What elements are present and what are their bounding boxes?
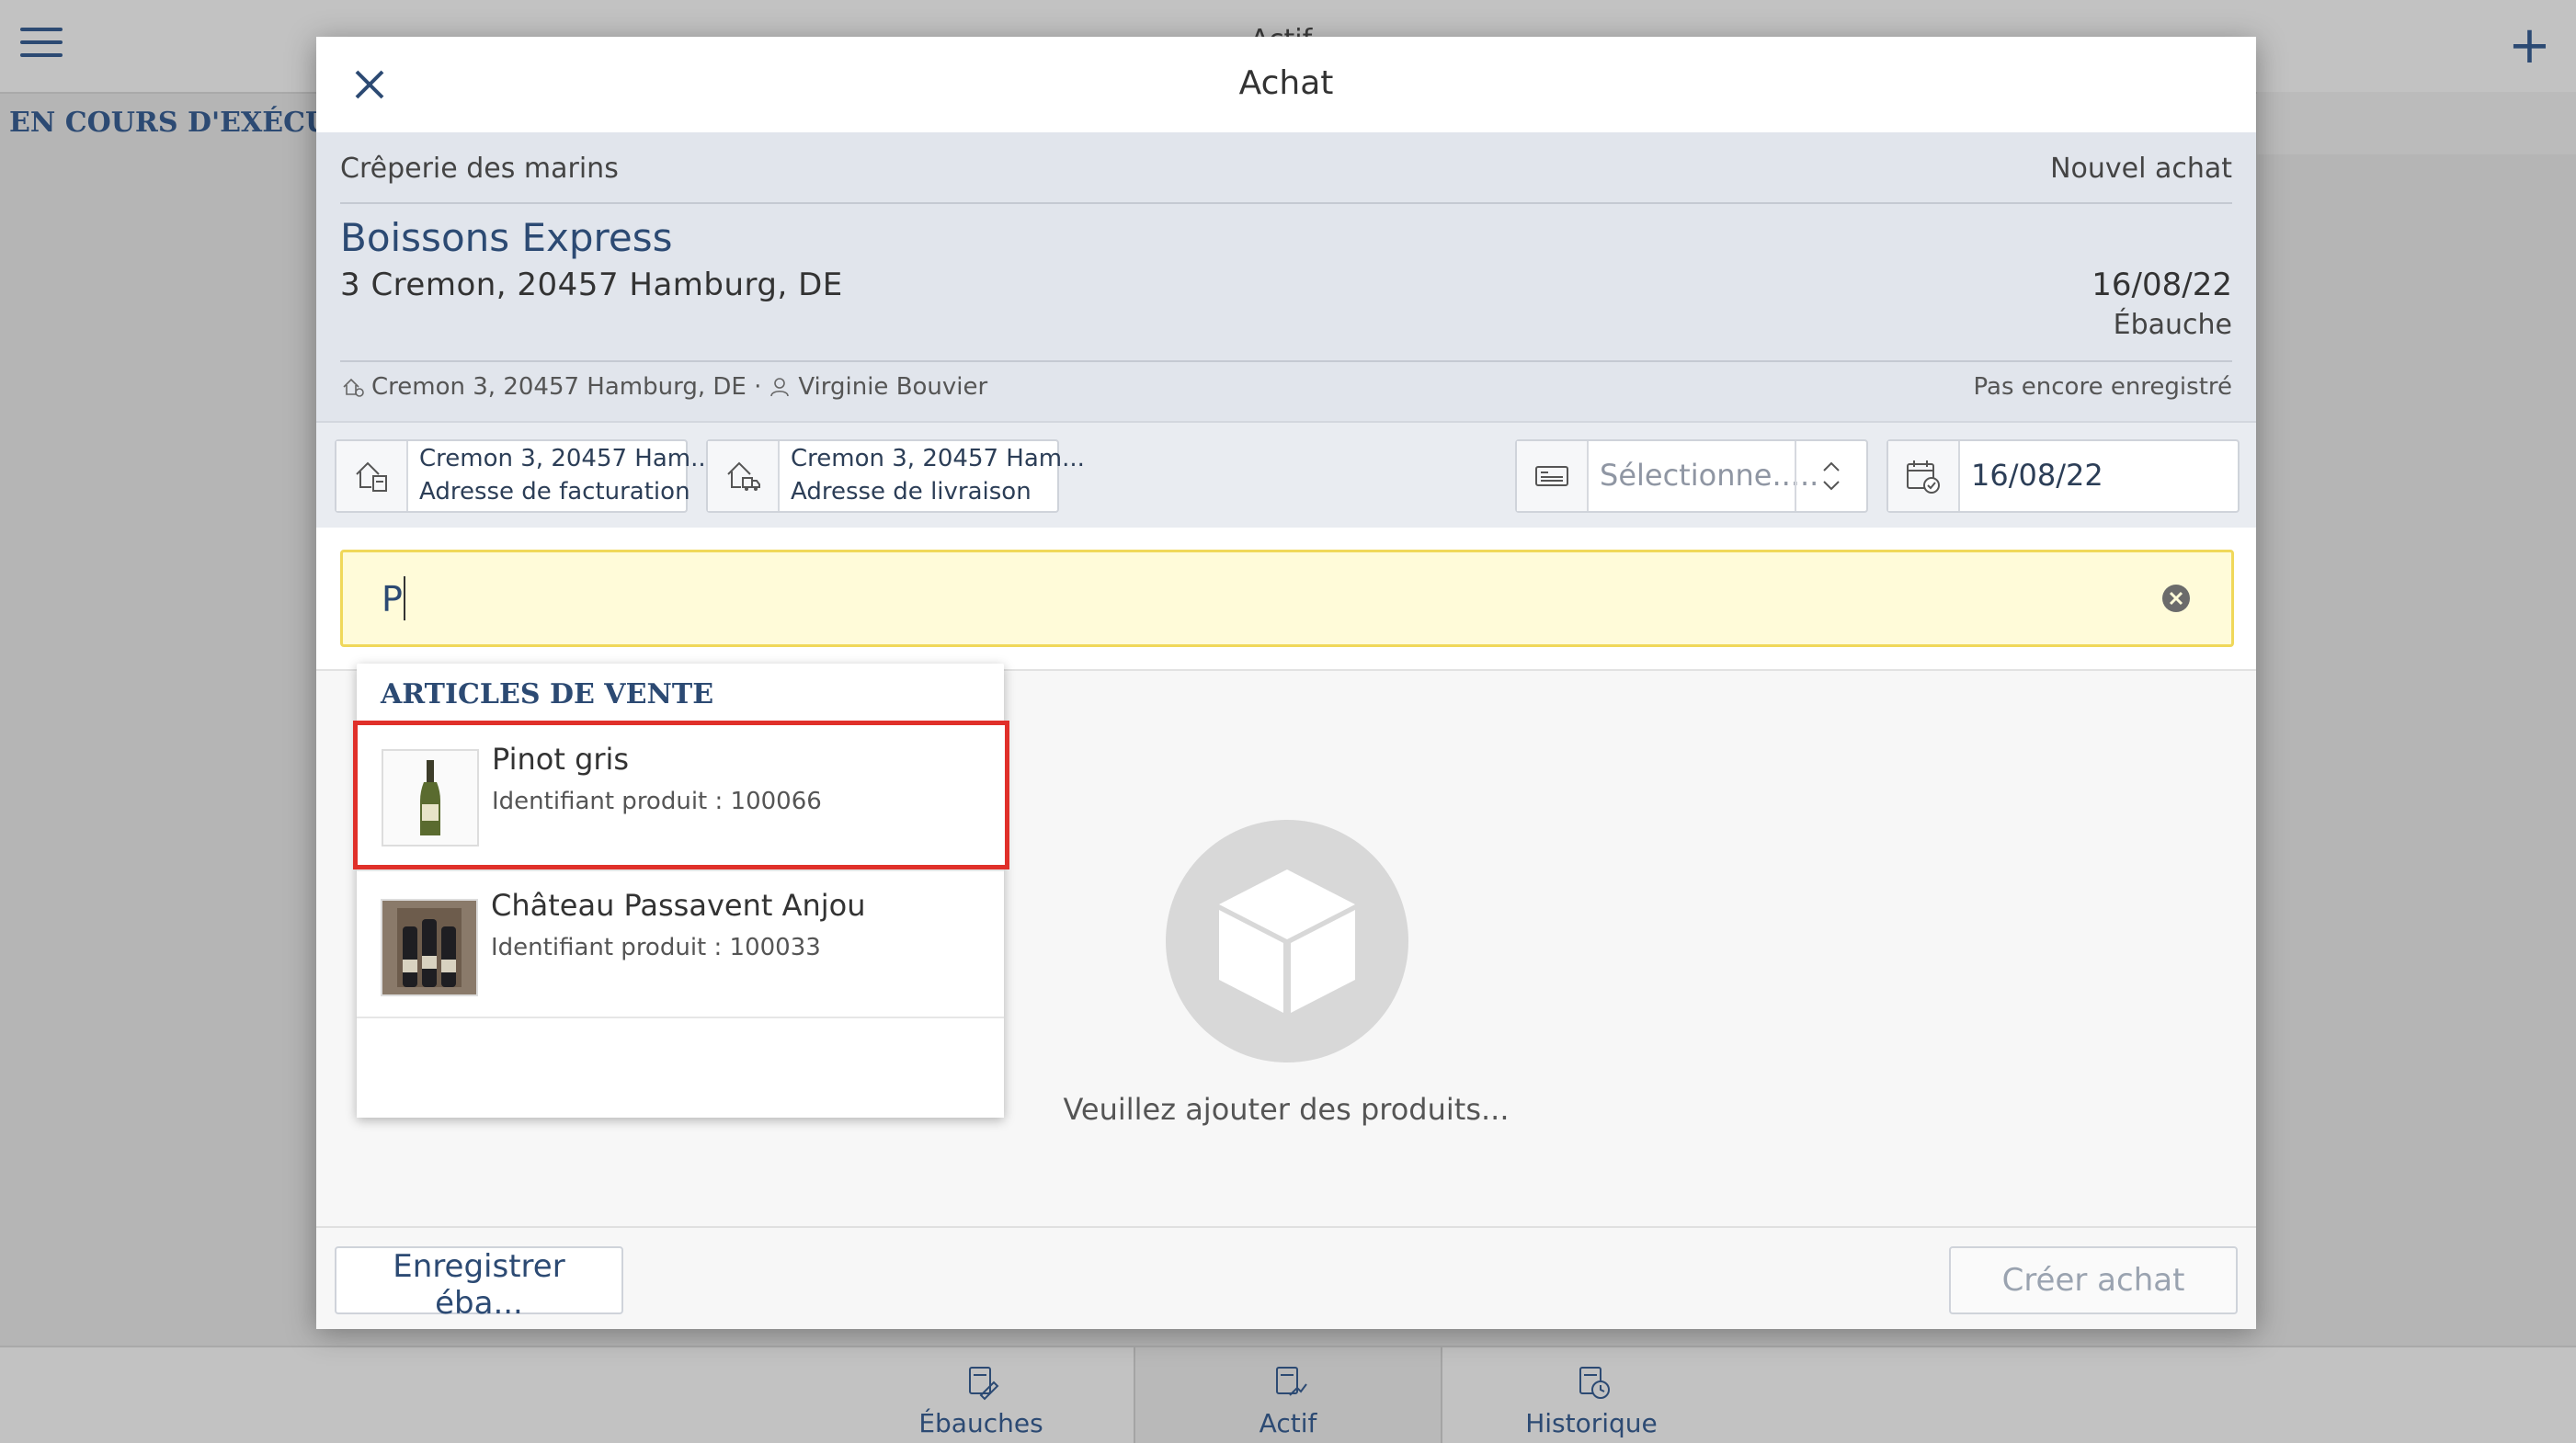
purchase-type: Nouvel achat (2050, 153, 2232, 185)
delivery-address-label: Adresse de livraison (791, 478, 1032, 506)
list-item-empty (357, 1017, 1004, 1118)
divider (340, 202, 2232, 204)
payment-method-select[interactable]: Sélectionne..... (1515, 439, 1868, 513)
product-name: Pinot gris (492, 742, 630, 777)
fields-row: Cremon 3, 20457 Ham... Adresse de factur… (316, 421, 2256, 529)
tab-active-label: Actif (1259, 1408, 1317, 1438)
company-name: Crêperie des marins (340, 153, 619, 185)
empty-state-illustration (1166, 820, 1408, 1062)
save-status: Pas encore enregistré (1973, 373, 2232, 401)
tab-drafts-label: Ébauches (918, 1408, 1043, 1438)
delivery-icon-box (708, 441, 780, 511)
supplier-address: 3 Cremon, 20457 Hamburg, DE (340, 267, 843, 303)
date-field[interactable]: 16/08/22 (1886, 439, 2240, 513)
billing-address-label: Adresse de facturation (419, 478, 690, 506)
product-search-box[interactable] (340, 550, 2234, 647)
tab-history[interactable]: Historique (1439, 1347, 1744, 1443)
calendar-check-icon (1907, 460, 1940, 494)
billing-address-value: Cremon 3, 20457 Ham... (419, 445, 713, 472)
select-toggle[interactable] (1795, 441, 1866, 511)
search-area (316, 528, 2256, 671)
dropdown-header: ARTICLES DE VENTE (381, 678, 714, 710)
address-icon (343, 378, 364, 397)
list-item-pinot-gris[interactable]: Pinot gris Identifiant produit : 100066 (353, 721, 1009, 869)
purchase-info-panel: Crêperie des marins Nouvel achat Boisson… (316, 132, 2256, 421)
payment-icon-box (1517, 441, 1589, 511)
meta-contact: Virginie Bouvier (798, 373, 988, 401)
search-results-dropdown: ARTICLES DE VENTE Pinot gris Identifiant… (353, 664, 1009, 1118)
payment-card-icon (1535, 466, 1568, 486)
menu-icon[interactable] (20, 28, 63, 64)
drafts-icon (969, 1367, 999, 1401)
background-list-row (2257, 92, 2576, 154)
tab-history-label: Historique (1525, 1408, 1658, 1438)
delivery-address-field[interactable]: Cremon 3, 20457 Ham... Adresse de livrai… (706, 439, 1085, 513)
product-thumbnail (382, 749, 479, 846)
box-icon (1219, 869, 1355, 1013)
tab-active[interactable]: Actif (1134, 1347, 1442, 1443)
save-draft-button[interactable]: Enregistrer éba... (335, 1246, 623, 1322)
billing-address-icon (356, 461, 387, 492)
date-value: 16/08/22 (1971, 458, 2103, 493)
supplier-name[interactable]: Boissons Express (340, 215, 673, 260)
list-item-chateau-passavent[interactable]: Château Passavent Anjou Identifiant prod… (357, 869, 1004, 1017)
modal-title: Achat (1238, 64, 1334, 102)
add-icon[interactable]: + (2508, 20, 2551, 72)
delivery-address-value: Cremon 3, 20457 Ham... (791, 445, 1085, 472)
create-purchase-button[interactable]: Créer achat (1949, 1246, 2238, 1314)
clear-search-icon[interactable] (2161, 584, 2191, 613)
billing-icon-box (336, 441, 408, 511)
tab-drafts[interactable]: Ébauches (828, 1347, 1134, 1443)
product-name: Château Passavent Anjou (491, 888, 866, 923)
status-badge: Ébauche (2113, 309, 2232, 341)
product-search-input[interactable] (380, 573, 2130, 626)
chevron-up-down-icon (1823, 461, 1840, 491)
product-thumbnail (381, 899, 478, 996)
wine-bottles-icon (382, 901, 476, 994)
history-icon (1579, 1367, 1610, 1399)
active-icon (1276, 1367, 1307, 1396)
payment-placeholder: Sélectionne..... (1600, 458, 1819, 493)
modal-header: Achat (316, 37, 2256, 132)
meta-address: Cremon 3, 20457 Hamburg, DE · (371, 373, 762, 401)
bottom-tab-bar: Ébauches Actif Historique (0, 1346, 2576, 1443)
product-id: Identifiant produit : 100033 (491, 934, 821, 961)
product-id: Identifiant produit : 100066 (492, 788, 822, 815)
user-icon (770, 378, 790, 397)
modal-footer: Enregistrer éba... Créer achat (316, 1226, 2256, 1329)
delivery-address-icon (727, 461, 760, 491)
billing-address-field[interactable]: Cremon 3, 20457 Ham... Adresse de factur… (335, 439, 713, 513)
meta-line: Cremon 3, 20457 Hamburg, DE · Virginie B… (340, 373, 987, 401)
date-icon-box (1888, 441, 1960, 511)
divider (340, 360, 2232, 362)
wine-bottle-icon (383, 751, 477, 845)
purchase-date: 16/08/22 (2092, 267, 2232, 303)
text-caret (404, 576, 405, 620)
